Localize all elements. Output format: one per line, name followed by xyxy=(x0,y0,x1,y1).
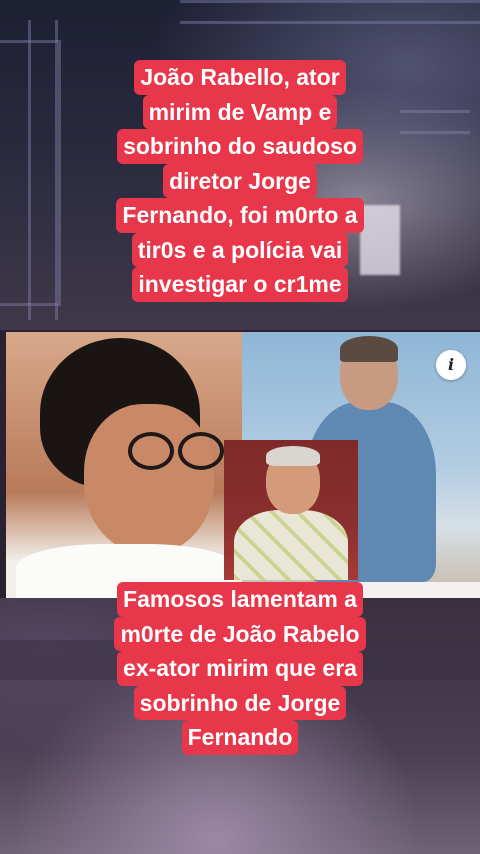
news-photo: i xyxy=(6,332,480,598)
inset-photo-smiling-man xyxy=(224,440,358,580)
glasses xyxy=(128,432,174,470)
caption-line: ex-ator mirim que era xyxy=(117,651,363,686)
caption-line: mirim de Vamp e xyxy=(142,94,338,129)
stage-truss xyxy=(180,0,480,24)
subheadline-caption: Famosos lamentam a m0rte de João Rabelo … xyxy=(20,582,460,755)
glasses xyxy=(178,432,224,470)
caption-line: sobrinho de Jorge xyxy=(133,685,347,720)
headline-caption: João Rabello, ator mirim de Vamp e sobri… xyxy=(20,60,460,302)
caption-line: Fernando xyxy=(181,720,299,755)
face xyxy=(84,404,214,554)
photo-boy-with-glasses xyxy=(6,332,242,598)
shirt xyxy=(234,510,348,580)
caption-line: João Rabello, ator xyxy=(134,60,346,95)
hair xyxy=(340,336,398,362)
info-icon[interactable]: i xyxy=(436,350,466,380)
caption-line: m0rte de João Rabelo xyxy=(114,616,366,651)
caption-line: tir0s e a polícia vai xyxy=(131,232,349,267)
caption-line: Famosos lamentam a xyxy=(117,582,363,617)
caption-line: Fernando, foi m0rto a xyxy=(116,198,364,233)
caption-line: diretor Jorge xyxy=(163,163,317,198)
hair xyxy=(266,446,320,466)
caption-line: sobrinho do saudoso xyxy=(117,129,363,164)
caption-line: investigar o cr1me xyxy=(132,267,348,302)
